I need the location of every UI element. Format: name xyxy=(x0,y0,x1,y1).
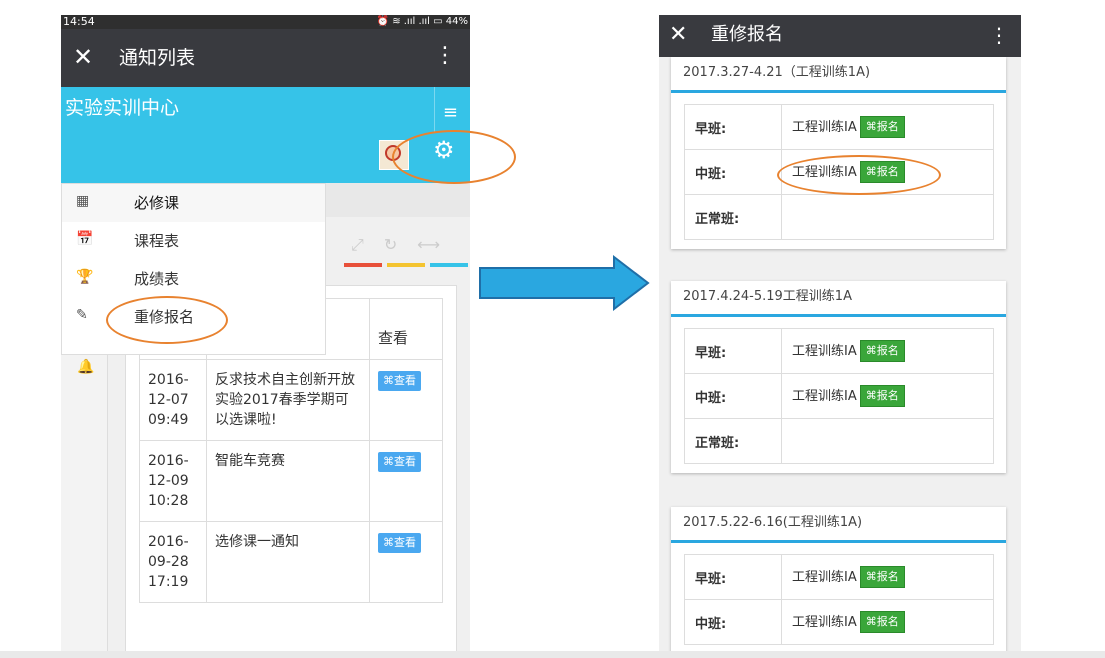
enroll-button[interactable]: ⌘报名 xyxy=(859,385,905,408)
column-header-view: 查看 xyxy=(369,298,443,360)
pencil-icon: ✎ xyxy=(76,307,88,323)
trophy-icon: 🏆 xyxy=(76,269,94,285)
panel-header: 2017.5.22-6.16(工程训练1A) xyxy=(671,507,1006,543)
panel-tools: ⤢ ↻ ⟷ xyxy=(351,235,460,255)
page-title: 重修报名 xyxy=(711,24,783,45)
menu-item-label: 成绩表 xyxy=(134,270,180,288)
enroll-button[interactable]: ⌘报名 xyxy=(859,611,905,634)
expand-icon[interactable]: ⤢ xyxy=(351,235,364,254)
session-panel: 2017.4.24-5.19工程训练1A 早班: 工程训练IA ⌘报名 中班: 工… xyxy=(671,281,1006,473)
page-title: 通知列表 xyxy=(119,47,196,69)
calendar-icon: 📅 xyxy=(76,231,94,247)
view-button[interactable]: ⌘查看 xyxy=(378,533,421,553)
callout-ellipse-retake xyxy=(106,296,228,344)
panel-header: 2017.4.24-5.19工程训练1A xyxy=(671,281,1006,317)
table-row: 中班: 工程训练IA ⌘报名 xyxy=(684,599,994,645)
menu-item-label: 课程表 xyxy=(134,232,180,250)
callout-ellipse-enroll xyxy=(777,155,941,195)
enroll-button[interactable]: ⌘报名 xyxy=(859,340,905,363)
view-button[interactable]: ⌘查看 xyxy=(378,452,421,472)
site-name: 实验实训中心 xyxy=(65,97,180,119)
table-row: 早班: 工程训练IA ⌘报名 xyxy=(684,328,994,374)
shift-label: 中班: xyxy=(684,149,782,195)
bottom-bar xyxy=(0,651,1105,658)
close-icon[interactable]: ✕ xyxy=(73,42,93,72)
shift-label: 中班: xyxy=(684,599,782,645)
table-row: 2016- 12-09 10:28 智能车竞赛 ⌘查看 xyxy=(139,440,443,522)
course-name: 工程训练IA xyxy=(792,569,857,585)
enroll-button[interactable]: ⌘报名 xyxy=(859,566,905,589)
shift-table: 早班: 工程训练IA ⌘报名 中班: 工程训练IA ⌘报名 xyxy=(684,554,994,645)
shift-label: 正常班: xyxy=(684,194,782,240)
hamburger-menu-icon[interactable]: ≡ xyxy=(443,102,458,123)
notice-date: 2016- 12-07 09:49 xyxy=(139,359,207,441)
shift-label: 早班: xyxy=(684,328,782,374)
menu-item-timetable[interactable]: 📅 课程表 xyxy=(62,222,325,260)
table-row: 早班: 工程训练IA ⌘报名 xyxy=(684,554,994,600)
course-name: 工程训练IA xyxy=(792,388,857,404)
divider xyxy=(434,87,435,132)
collapse-icon[interactable]: ⟷ xyxy=(417,235,440,254)
shift-label: 正常班: xyxy=(684,418,782,464)
callout-ellipse-gear xyxy=(392,130,516,184)
shift-label: 早班: xyxy=(684,104,782,150)
right-phone-screen: ✕ 重修报名 ⋮ 2017.3.27-4.21（工程训练1A) 早班: 工程训练… xyxy=(659,15,1021,658)
table-row: 2016- 12-07 09:49 反求技术自主创新开放实验2017春季学期可以… xyxy=(139,359,443,441)
table-row: 中班: 工程训练IA ⌘报名 xyxy=(684,373,994,419)
notice-date: 2016- 12-09 10:28 xyxy=(139,440,207,522)
status-bar: 14:54 ⏰ ≋ .ııl .ııl ▭ 44% xyxy=(61,15,470,29)
notice-title[interactable]: 智能车竞赛 xyxy=(206,440,370,522)
more-icon[interactable]: ⋮ xyxy=(434,41,456,71)
enroll-button[interactable]: ⌘报名 xyxy=(859,116,905,139)
table-row: 正常班: xyxy=(684,194,994,240)
notice-title-link[interactable]: 反求技术自主创新开放实验2017春季学期可以选课啦! xyxy=(206,359,370,441)
status-icons: ⏰ ≋ .ııl .ııl ▭ 44% xyxy=(376,16,468,27)
stripe-blue xyxy=(430,263,468,267)
session-title: 2017.4.24-5.19工程训练1A xyxy=(683,289,852,304)
panel-header: 2017.3.27-4.21（工程训练1A) xyxy=(671,57,1006,93)
shift-table: 早班: 工程训练IA ⌘报名 中班: 工程训练IA ⌘报名 正常班: xyxy=(684,328,994,464)
menu-item-grades[interactable]: 🏆 成绩表 xyxy=(62,260,325,298)
refresh-icon[interactable]: ↻ xyxy=(384,235,397,254)
course-name: 工程训练IA xyxy=(792,614,857,630)
stripe-yellow xyxy=(387,263,425,267)
session-title: 2017.3.27-4.21（工程训练1A) xyxy=(683,65,871,80)
session-panel: 2017.3.27-4.21（工程训练1A) 早班: 工程训练IA ⌘报名 中班:… xyxy=(671,57,1006,249)
close-icon[interactable]: ✕ xyxy=(669,21,687,49)
bell-icon[interactable]: 🔔 xyxy=(77,359,94,375)
more-icon[interactable]: ⋮ xyxy=(989,21,1009,49)
session-panel: 2017.5.22-6.16(工程训练1A) 早班: 工程训练IA ⌘报名 中班:… xyxy=(671,507,1006,658)
app-header: ✕ 通知列表 ⋮ xyxy=(61,29,470,87)
app-header: ✕ 重修报名 ⋮ xyxy=(659,15,1021,57)
side-icon-strip: 🔔 xyxy=(61,353,108,658)
stripe-red xyxy=(344,263,382,267)
menu-item-label: 必修课 xyxy=(134,194,180,212)
shift-label: 早班: xyxy=(684,554,782,600)
menu-item-required-course[interactable]: ▦ 必修课 xyxy=(62,184,325,222)
status-time: 14:54 xyxy=(63,15,95,28)
course-name: 工程训练IA xyxy=(792,343,857,359)
table-row: 正常班: xyxy=(684,418,994,464)
shift-label: 中班: xyxy=(684,373,782,419)
notice-date: 2016- 09-28 17:19 xyxy=(139,521,207,603)
table-row: 早班: 工程训练IA ⌘报名 xyxy=(684,104,994,150)
session-title: 2017.5.22-6.16(工程训练1A) xyxy=(683,515,863,530)
arrow-right-icon xyxy=(479,255,650,311)
table-row: 2016- 09-28 17:19 选修课一通知 ⌘查看 xyxy=(139,521,443,603)
notice-title[interactable]: 选修课一通知 xyxy=(206,521,370,603)
content-bar xyxy=(324,183,470,217)
grid-icon: ▦ xyxy=(76,193,90,209)
view-button[interactable]: ⌘查看 xyxy=(378,371,421,391)
course-name: 工程训练IA xyxy=(792,119,857,135)
